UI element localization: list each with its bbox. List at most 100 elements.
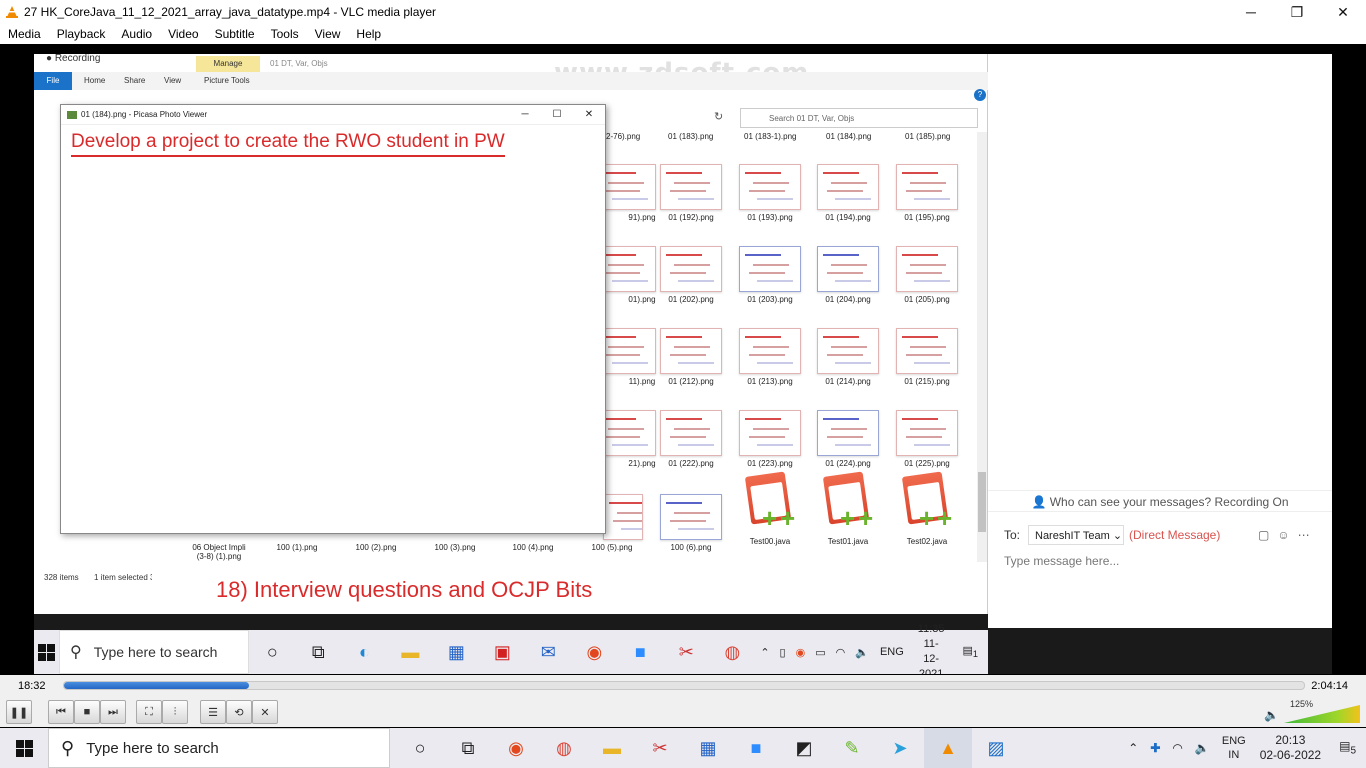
menu-view[interactable]: View xyxy=(307,27,349,41)
sticky-notes-icon[interactable]: ◩ xyxy=(780,728,828,768)
thumbnail: 01 (224).png xyxy=(809,410,887,468)
chrome-icon[interactable]: ◍ xyxy=(540,728,588,768)
title-bar: 27 HK_CoreJava_11_12_2021_array_java_dat… xyxy=(0,0,1366,24)
menu-help[interactable]: Help xyxy=(348,27,389,41)
chrome-icon: ◍ xyxy=(724,641,741,662)
gift-icon: ▣ xyxy=(493,641,511,662)
tray-battery-icon: ▭ xyxy=(815,646,826,659)
minimize-button[interactable]: ─ xyxy=(1228,0,1274,24)
menu-media[interactable]: Media xyxy=(0,27,49,41)
picasa-viewer: 01 (184).png - Picasa Photo Viewer ─ ☐ ✕… xyxy=(60,104,606,534)
thumbnail: 01 (214).png xyxy=(809,328,887,386)
taskbar-search-box[interactable]: ⚲ Type here to search xyxy=(48,728,390,768)
shuffle-icon: ✕ xyxy=(260,706,270,719)
playlist-button[interactable]: ☰ xyxy=(200,700,226,724)
notification-center-icon[interactable]: ▤5 xyxy=(1329,739,1366,756)
elapsed-time: 18:32 xyxy=(18,680,46,692)
fullscreen-button[interactable]: ⛶ xyxy=(136,700,162,724)
zoom-icon[interactable]: ■ xyxy=(732,728,780,768)
thumb-label: 01 (183).png xyxy=(668,132,714,141)
menu-video[interactable]: Video xyxy=(160,27,206,41)
pause-icon: ❚❚ xyxy=(9,706,29,719)
notepad-plus-icon: + + xyxy=(899,471,955,534)
thumbnail: 01 (222).png xyxy=(652,410,730,468)
playlist-icon: ☰ xyxy=(208,706,218,719)
tray-device-icon: ▯ xyxy=(779,646,786,659)
volume-icon[interactable]: 🔈 xyxy=(1189,741,1216,755)
close-button[interactable]: ✕ xyxy=(1320,0,1366,24)
previous-icon: ⏮ xyxy=(56,705,66,718)
thumbnail: 01 (202).png xyxy=(652,246,730,304)
stop-button[interactable]: ■ xyxy=(74,700,100,724)
tray-plus-icon[interactable]: ✚ xyxy=(1144,741,1166,755)
cortana-icon: ○ xyxy=(266,641,278,662)
cortana-button[interactable]: ○ xyxy=(396,728,444,768)
vlc-icon[interactable]: ▲ xyxy=(924,728,972,768)
menu-playback[interactable]: Playback xyxy=(49,27,114,41)
store-icon[interactable]: ▦ xyxy=(684,728,732,768)
chat-direct-label: (Direct Message) xyxy=(1129,528,1221,542)
loop-icon: ⟲ xyxy=(234,706,244,719)
previous-button[interactable]: ⏮ xyxy=(48,700,74,724)
vlc-window: 27 HK_CoreJava_11_12_2021_array_java_dat… xyxy=(0,0,1366,768)
menu-audio[interactable]: Audio xyxy=(113,27,160,41)
record-icon: ◉ xyxy=(586,641,603,662)
topic-banner-text: 18) Interview questions and OCJP Bits xyxy=(216,577,593,602)
chat-action-icons: ▢☺⋯ xyxy=(1258,528,1318,542)
recorded-search-box: ⚲ Type here to search xyxy=(58,630,250,674)
picasa-minimize-icon: ─ xyxy=(521,109,529,120)
start-button[interactable] xyxy=(0,728,48,768)
picasa-maximize-icon: ☐ xyxy=(552,109,562,120)
language-indicator[interactable]: ENG IN xyxy=(1216,734,1252,762)
menu-tools[interactable]: Tools xyxy=(263,27,307,41)
search-icon: ⚲ xyxy=(61,737,75,758)
extended-settings-button[interactable]: ⫶ xyxy=(162,700,188,724)
chat-recipient: NareshIT Team ⌄ xyxy=(1028,525,1124,545)
vlc-cone-icon xyxy=(6,6,18,18)
chat-visibility-notice: 👤 Who can see your messages? Recording O… xyxy=(988,490,1332,512)
controls-row: ❚❚ ⏮ ■ ⏭ ⛶ ⫶ ☰ ⟲ ✕ 🔈 125% xyxy=(0,697,1366,727)
taskbar-search-placeholder: Type here to search xyxy=(86,739,219,757)
status-item-count: 328 items xyxy=(44,573,79,582)
wifi-icon[interactable]: ◠ xyxy=(1166,741,1188,755)
system-tray: ⌃ ✚ ◠ 🔈 ENG IN 20:13 02-06-2022 ▤5 xyxy=(1122,728,1366,768)
thumbnail: 01 (193).png xyxy=(731,164,809,222)
language-top: ENG xyxy=(1221,735,1246,747)
topic-banner: 18) Interview questions and OCJP Bits xyxy=(152,574,868,606)
tray-wifi-icon: ◠ xyxy=(835,646,846,659)
pause-button[interactable]: ❚❚ xyxy=(6,700,32,724)
recorded-time: 11:35 xyxy=(917,623,945,635)
menu-bar: Media Playback Audio Video Subtitle Tool… xyxy=(0,24,1366,44)
recorded-taskbar: ⚲ Type here to search ○ ⧉ ◐ ▬ ▦ ▣ ✉ ◉ ■ ✂… xyxy=(34,623,988,674)
tray-chevron-icon: ⌃ xyxy=(760,646,770,659)
obs-icon[interactable]: ◉ xyxy=(492,728,540,768)
shuffle-button[interactable]: ✕ xyxy=(252,700,278,724)
volume-slider[interactable] xyxy=(1284,705,1360,723)
thumbnail: 100 (6).png xyxy=(652,494,730,552)
restore-button[interactable]: ❐ xyxy=(1274,0,1320,24)
chat-input-placeholder: Type message here... xyxy=(1004,554,1120,568)
loop-button[interactable]: ⟲ xyxy=(226,700,252,724)
tray-volume-icon: 🔈 xyxy=(855,646,869,659)
thumbnail: 01 (225).png xyxy=(888,410,966,468)
notepad-plus-icon[interactable]: ✎ xyxy=(828,728,876,768)
taskbar-clock[interactable]: 20:13 02-06-2022 xyxy=(1252,733,1329,763)
tray-chevron-icon[interactable]: ⌃ xyxy=(1122,741,1144,755)
snipping-icon[interactable]: ✂ xyxy=(636,728,684,768)
search-icon: ⚲ xyxy=(69,644,82,661)
telegram-icon[interactable]: ➤ xyxy=(876,728,924,768)
file-explorer-icon[interactable]: ▬ xyxy=(588,728,636,768)
photos-icon[interactable]: ▨ xyxy=(972,728,1020,768)
task-view-button[interactable]: ⧉ xyxy=(444,728,492,768)
slide-heading: Develop a project to create the RWO stud… xyxy=(71,131,505,157)
seek-bar[interactable] xyxy=(63,681,1305,690)
menu-subtitle[interactable]: Subtitle xyxy=(207,27,263,41)
picasa-title: 01 (184).png - Picasa Photo Viewer xyxy=(81,110,208,119)
tray-language: ENG xyxy=(879,646,904,658)
picasa-title-bar: 01 (184).png - Picasa Photo Viewer ─ ☐ ✕ xyxy=(61,105,605,125)
snipping-icon: ✂ xyxy=(678,641,694,662)
next-button[interactable]: ⏭ xyxy=(100,700,126,724)
speaker-icon[interactable]: 🔈 xyxy=(1264,708,1279,722)
tray-record-icon: ◉ xyxy=(795,646,806,659)
video-area[interactable]: ● Recording Manage 01 DT, Var, Objs www.… xyxy=(0,44,1366,675)
